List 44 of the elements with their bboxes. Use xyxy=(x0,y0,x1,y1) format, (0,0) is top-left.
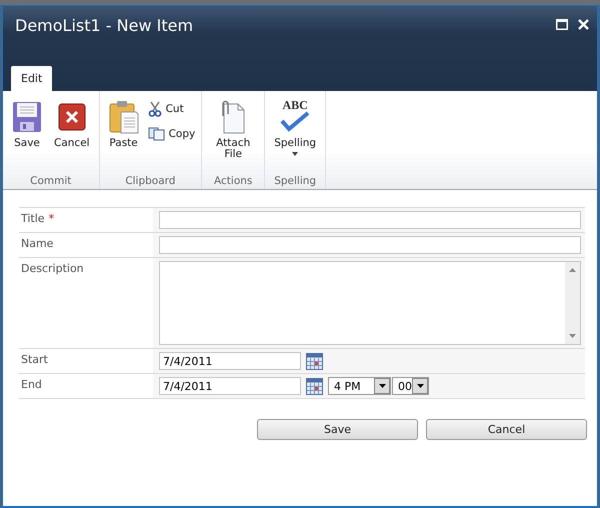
required-mark: * xyxy=(48,212,54,227)
icon-text: ABC xyxy=(282,99,308,111)
checkmark-icon xyxy=(280,111,310,133)
scissors-icon xyxy=(148,101,162,117)
copy-icon xyxy=(148,127,165,141)
ribbon-group-label: Commit xyxy=(30,175,72,187)
paste-button[interactable]: Paste xyxy=(104,95,144,154)
ribbon-group-label: Actions xyxy=(214,175,252,187)
save-button[interactable]: Save xyxy=(257,419,418,440)
caret-icon xyxy=(416,384,424,388)
minute-dropdown[interactable]: 00 xyxy=(392,377,429,395)
date-field[interactable]: 7/4/2011 xyxy=(159,377,301,395)
close-icon[interactable] xyxy=(578,19,589,30)
ribbon-tab[interactable]: Edit xyxy=(11,66,52,91)
field-label: Start xyxy=(21,353,48,368)
cut-button[interactable]: Cut xyxy=(146,99,198,119)
caret-icon xyxy=(292,152,298,156)
cancel-button[interactable]: Cancel xyxy=(426,419,587,440)
cancel-button[interactable]: Cancel xyxy=(49,95,95,154)
field-label: Name xyxy=(21,237,54,252)
hour-dropdown[interactable]: 4 PM xyxy=(328,377,391,395)
field-label: End xyxy=(21,378,42,393)
caret-icon xyxy=(378,384,386,388)
text-field[interactable] xyxy=(159,211,581,229)
field-label: Title xyxy=(21,212,45,227)
field-label: Description xyxy=(21,262,84,277)
scrollbar[interactable] xyxy=(565,262,580,344)
scroll-down-icon[interactable] xyxy=(569,334,576,338)
save-button[interactable]: Save xyxy=(7,95,47,154)
text-field[interactable] xyxy=(159,236,581,254)
maximize-icon[interactable] xyxy=(556,19,568,30)
attach-button[interactable]: Attach File xyxy=(206,95,260,164)
window-title: DemoList1 - New Item xyxy=(15,16,194,35)
ribbon-group-label: Clipboard xyxy=(125,175,176,187)
text-area[interactable] xyxy=(159,261,581,345)
date-field[interactable]: 7/4/2011 xyxy=(159,352,301,370)
copy-button[interactable]: Copy xyxy=(146,125,198,143)
clipboard-icon xyxy=(108,99,139,135)
paperclip-document-icon xyxy=(220,99,246,135)
ribbon-group-label: Spelling xyxy=(274,175,316,187)
spelling-button[interactable]: ABC Spelling xyxy=(269,95,322,160)
calendar-icon[interactable] xyxy=(306,378,323,394)
calendar-icon[interactable] xyxy=(306,352,323,370)
scroll-up-icon[interactable] xyxy=(569,268,576,272)
